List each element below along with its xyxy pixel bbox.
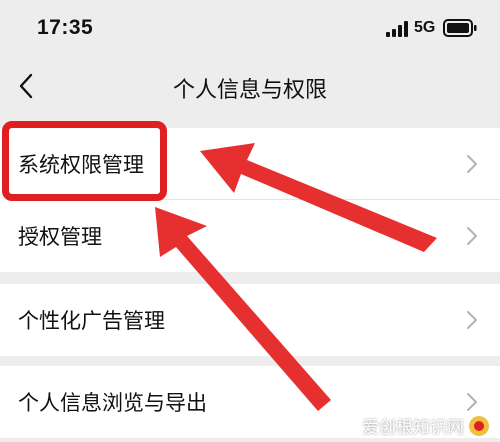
watermark-text: 爱创根知识网 xyxy=(362,418,464,438)
network-type-label: 5G xyxy=(414,19,436,36)
chevron-right-icon xyxy=(467,227,477,245)
page-title: 个人信息与权限 xyxy=(172,78,327,103)
nav-bar: 个人信息与权限 xyxy=(0,56,500,120)
watermark: 爱创根知识网 xyxy=(362,413,490,438)
menu-item-label: 个性化广告管理 xyxy=(18,309,165,333)
menu-group-permissions: 系统权限管理 授权管理 xyxy=(0,128,500,272)
battery-icon xyxy=(443,19,477,37)
watermark-logo-icon xyxy=(469,415,489,436)
menu-group-ads: 个性化广告管理 xyxy=(0,284,500,356)
menu-item-system-permissions[interactable]: 系统权限管理 xyxy=(0,128,500,200)
chevron-right-icon xyxy=(467,155,477,173)
chevron-right-icon xyxy=(467,393,477,411)
signal-icon xyxy=(386,21,408,37)
menu-item-label: 系统权限管理 xyxy=(18,153,144,177)
chevron-right-icon xyxy=(467,311,477,329)
menu-item-label: 授权管理 xyxy=(18,225,102,249)
menu-item-authorization[interactable]: 授权管理 xyxy=(0,200,500,272)
status-bar: 17:35 5G xyxy=(0,0,500,56)
menu-item-personalized-ads[interactable]: 个性化广告管理 xyxy=(0,284,500,356)
status-time: 17:35 xyxy=(37,16,94,39)
menu-item-label: 个人信息浏览与导出 xyxy=(18,391,207,415)
